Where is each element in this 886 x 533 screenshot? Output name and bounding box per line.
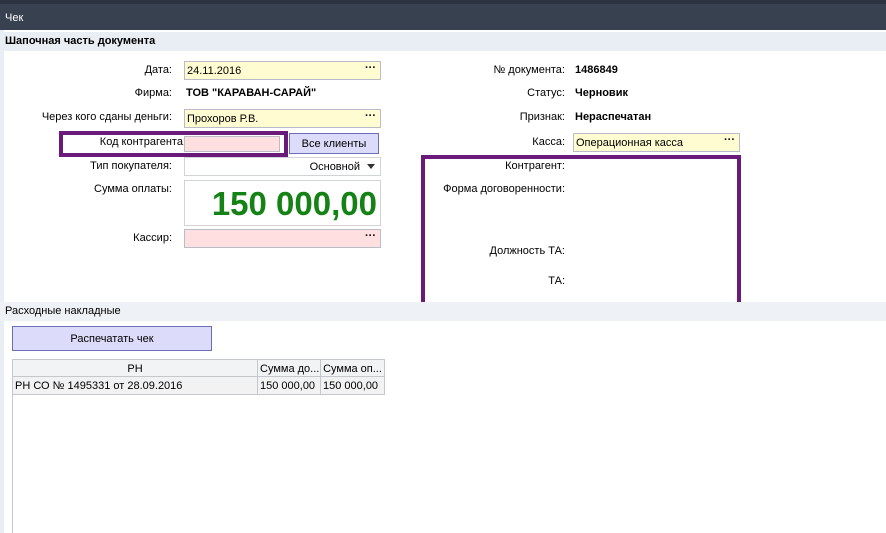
status-value: Черновик — [575, 87, 628, 99]
date-lookup-icon[interactable]: ··· — [365, 62, 376, 74]
column-header-sum-paid[interactable]: Сумма оп... — [321, 359, 385, 377]
money-via-label: Через кого сданы деньги: — [41, 111, 172, 123]
payment-sum-value: 150 000,00 — [211, 185, 377, 222]
cell-sum-due: 150 000,00 — [258, 377, 321, 395]
buyer-type-select[interactable]: Основной — [184, 157, 381, 176]
sign-value: Нераспечатан — [575, 111, 652, 123]
window-titlebar: Чек — [0, 0, 886, 30]
buyer-type-value: Основной — [309, 161, 360, 173]
cash-desk-lookup-icon[interactable]: ··· — [724, 134, 735, 146]
money-via-field[interactable]: Прохоров Р.В. ··· — [184, 109, 381, 128]
header-section-title: Шапочная часть документа — [5, 35, 156, 47]
date-field[interactable]: 24.11.2016 ··· — [184, 61, 381, 80]
status-label: Статус: — [527, 87, 565, 99]
invoices-section-bar: Расходные накладные — [0, 302, 886, 321]
invoices-table: РН Сумма до... Сумма оп... РН СО № 14953… — [12, 359, 385, 395]
cash-desk-value: Операционная касса — [576, 137, 683, 149]
firm-label: Фирма: — [134, 87, 172, 99]
doc-number-value: 1486849 — [575, 64, 618, 76]
date-label: Дата: — [144, 64, 172, 76]
print-receipt-button[interactable]: Распечатать чек — [12, 326, 212, 351]
header-section-bar: Шапочная часть документа — [0, 32, 886, 51]
window-title: Чек — [5, 12, 24, 24]
date-value: 24.11.2016 — [187, 65, 242, 77]
all-clients-button[interactable]: Все клиенты — [289, 133, 379, 154]
buyer-type-label: Тип покупателя: — [90, 160, 172, 172]
cell-sum-paid: 150 000,00 — [321, 377, 385, 395]
chevron-down-icon[interactable] — [367, 164, 375, 169]
column-header-rn[interactable]: РН — [13, 359, 258, 377]
cell-rn: РН СО № 1495331 от 28.09.2016 — [13, 377, 258, 395]
cashier-label: Кассир: — [133, 232, 172, 244]
payment-sum-field[interactable]: 150 000,00 — [184, 180, 381, 226]
doc-number-label: № документа: — [493, 64, 565, 76]
money-via-lookup-icon[interactable]: ··· — [365, 110, 376, 122]
table-body-area — [12, 395, 886, 533]
cashier-lookup-icon[interactable]: ··· — [365, 230, 376, 242]
cash-desk-field[interactable]: Операционная касса ··· — [573, 133, 740, 152]
money-via-value: Прохоров Р.В. — [187, 113, 259, 125]
cashier-field[interactable]: ··· — [184, 229, 381, 248]
left-border — [0, 30, 4, 533]
contractor-code-highlight — [59, 131, 288, 157]
sign-label: Признак: — [519, 111, 565, 123]
contractor-info-highlight — [421, 155, 741, 306]
firm-value: ТОВ "КАРАВАН-САРАЙ" — [186, 87, 317, 99]
payment-sum-label: Сумма оплаты: — [94, 183, 172, 195]
column-header-sum-due[interactable]: Сумма до... — [258, 359, 321, 377]
invoices-section-title: Расходные накладные — [5, 305, 121, 317]
cash-desk-label: Касса: — [532, 136, 565, 148]
